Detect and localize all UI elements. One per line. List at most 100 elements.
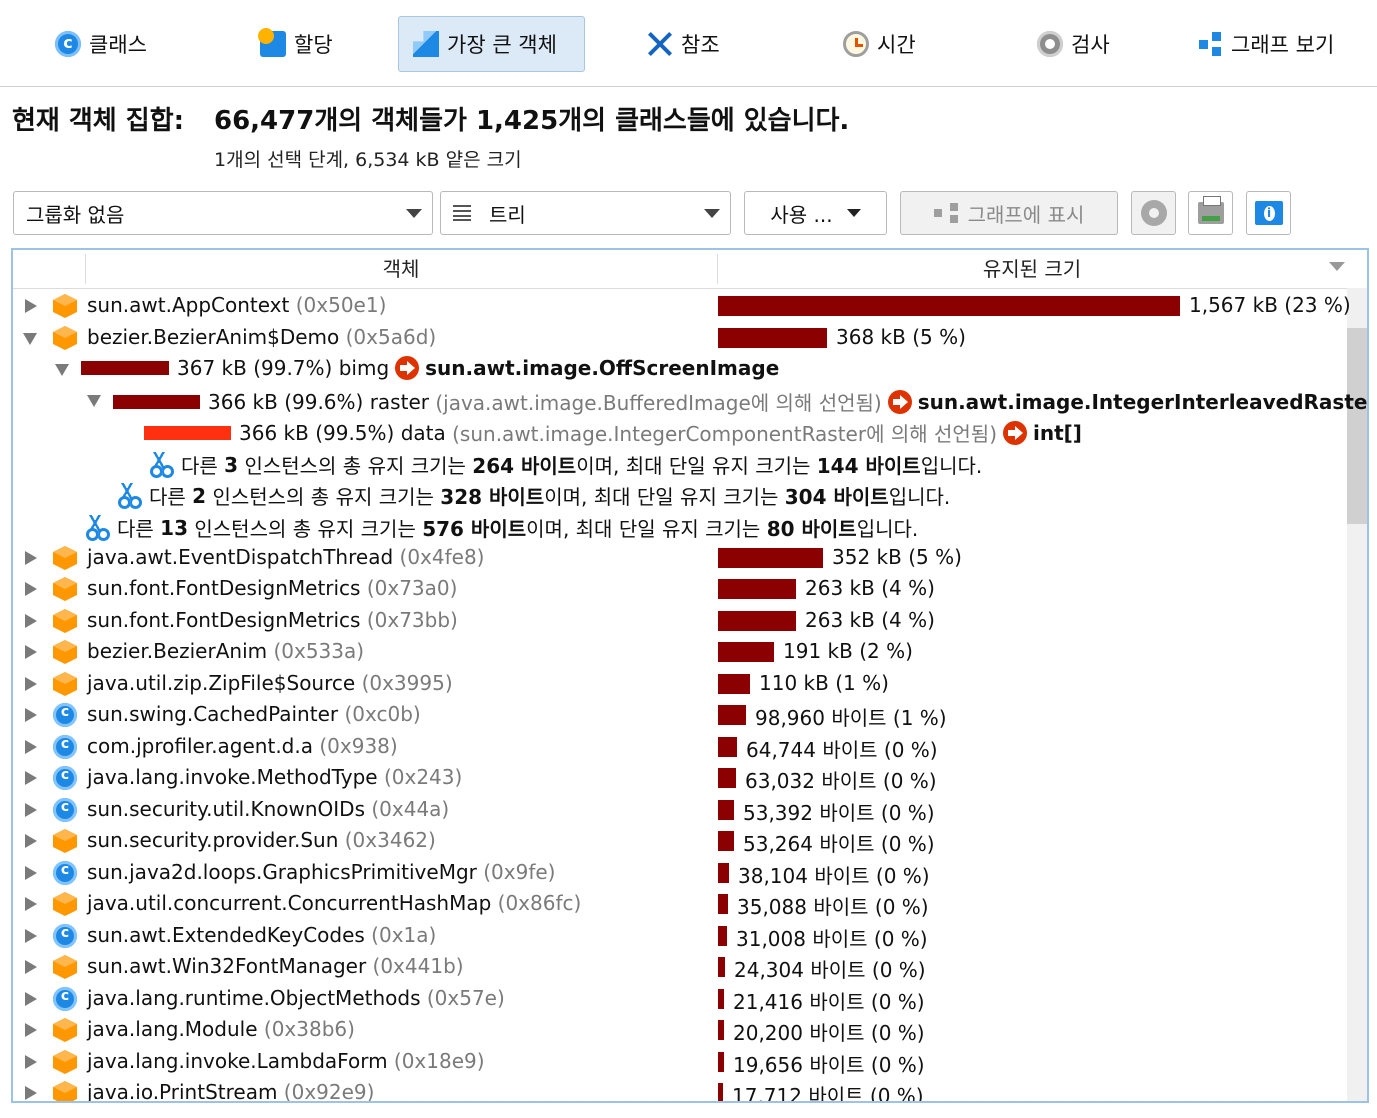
- tab-allocations[interactable]: 할당: [245, 16, 348, 72]
- table-row[interactable]: sun.awt.ExtendedKeyCodes (0x1a) 31,008 바…: [13, 920, 1347, 951]
- table-row[interactable]: sun.awt.Win32FontManager (0x441b) 24,304…: [13, 951, 1347, 982]
- tab-label: 그래프 보기: [1231, 33, 1335, 57]
- tab-inspections[interactable]: 검사: [1022, 16, 1125, 72]
- expand-arrow-icon[interactable]: [25, 866, 37, 880]
- path-row-raster[interactable]: 366 kB (99.6%) raster (java.awt.image.Bu…: [13, 384, 1367, 415]
- biggest-objects-tree-table[interactable]: 객체 유지된 크기 sun.awt.AppContext (0x50e1) 1,…: [11, 248, 1369, 1103]
- expand-arrow-icon[interactable]: [25, 708, 37, 722]
- path-size-bar: [81, 361, 169, 375]
- table-row[interactable]: java.util.concurrent.ConcurrentHashMap (…: [13, 888, 1347, 919]
- instance-icon: [53, 326, 77, 350]
- use-menu-button[interactable]: 사용 ...: [744, 191, 887, 235]
- instance-icon: [53, 829, 77, 853]
- class-icon: [53, 861, 77, 885]
- sort-descending-icon[interactable]: [1329, 262, 1345, 271]
- tab-graph[interactable]: 그래프 보기: [1182, 16, 1349, 72]
- path-row-bimg[interactable]: 367 kB (99.7%) bimg sun.awt.image.OffScr…: [13, 353, 1347, 384]
- collapse-arrow-icon[interactable]: [87, 395, 101, 407]
- grouping-select[interactable]: 그룹화 없음: [13, 191, 433, 235]
- tab-label: 참조: [681, 33, 720, 57]
- retained-size-bar: [718, 768, 736, 788]
- expand-arrow-icon[interactable]: [25, 992, 37, 1006]
- path-row-data[interactable]: 366 kB (99.5%) data (sun.awt.image.Integ…: [13, 415, 1347, 446]
- object-name: sun.awt.Win32FontManager (0x441b): [87, 954, 464, 978]
- column-header-retained-size[interactable]: 유지된 크기: [717, 250, 1347, 288]
- retained-size-bar: [718, 863, 729, 883]
- table-row[interactable]: sun.security.provider.Sun (0x3462) 53,26…: [13, 825, 1347, 856]
- expand-arrow-icon[interactable]: [25, 771, 37, 785]
- expand-arrow-icon[interactable]: [25, 551, 37, 565]
- expand-arrow-icon[interactable]: [25, 1086, 37, 1100]
- info-button[interactable]: [1246, 191, 1291, 235]
- expand-arrow-icon[interactable]: [25, 677, 37, 691]
- table-row[interactable]: sun.awt.AppContext (0x50e1) 1,567 kB (23…: [13, 290, 1351, 321]
- tab-biggest-objects[interactable]: 가장 큰 객체: [398, 16, 585, 72]
- export-button[interactable]: [1188, 191, 1233, 235]
- expand-arrow-icon[interactable]: [25, 614, 37, 628]
- retained-size-label: 368 kB (5 %): [836, 325, 966, 349]
- table-row[interactable]: java.awt.EventDispatchThread (0x4fe8) 35…: [13, 542, 1347, 573]
- expand-arrow-icon[interactable]: [25, 929, 37, 943]
- scissors-icon: [147, 451, 171, 478]
- instance-icon: [53, 672, 77, 696]
- instance-icon: [53, 577, 77, 601]
- collapse-arrow-icon[interactable]: [55, 364, 69, 376]
- expand-arrow-icon[interactable]: [25, 960, 37, 974]
- table-row[interactable]: bezier.BezierAnim (0x533a) 191 kB (2 %): [13, 636, 1347, 667]
- table-row[interactable]: sun.swing.CachedPainter (0xc0b) 98,960 바…: [13, 699, 1347, 730]
- summary-sub: 1개의 선택 단계, 6,534 kB 얕은 크기: [214, 149, 522, 171]
- retained-size-bar: [718, 328, 827, 348]
- reference-arrow-icon: [1003, 420, 1027, 445]
- show-in-graph-button[interactable]: 그래프에 표시: [900, 191, 1118, 235]
- time-icon: [843, 31, 869, 57]
- cutoff-row: 다른 2 인스턴스의 총 유지 크기는 328 바이트 이며, 최대 단일 유지 …: [13, 478, 1347, 509]
- expand-arrow-icon[interactable]: [25, 645, 37, 659]
- view-mode-select[interactable]: 트리: [440, 191, 731, 235]
- retained-size-label: 110 kB (1 %): [759, 671, 889, 695]
- reference-arrow-icon: [395, 356, 420, 380]
- expand-arrow-icon[interactable]: [25, 740, 37, 754]
- object-name: java.lang.Module (0x38b6): [87, 1017, 355, 1041]
- table-row[interactable]: java.lang.runtime.ObjectMethods (0x57e) …: [13, 983, 1347, 1014]
- table-row[interactable]: java.io.PrintStream (0x92e9) 17,712 바이트 …: [13, 1077, 1347, 1101]
- tab-references[interactable]: 참조: [632, 16, 735, 72]
- tab-time[interactable]: 시간: [828, 16, 931, 72]
- expand-arrow-icon[interactable]: [25, 1055, 37, 1069]
- table-row[interactable]: sun.java2d.loops.GraphicsPrimitiveMgr (0…: [13, 857, 1347, 888]
- summary-title: 현재 객체 집합:: [12, 106, 185, 136]
- view-mode-value: 트리: [489, 202, 526, 227]
- expand-arrow-icon[interactable]: [25, 1023, 37, 1037]
- retained-size-label: 263 kB (4 %): [805, 576, 935, 600]
- table-row[interactable]: bezier.BezierAnim$Demo (0x5a6d) 368 kB (…: [13, 322, 1347, 353]
- tab-classes[interactable]: 클래스: [40, 16, 162, 72]
- column-header-object[interactable]: 객체: [85, 250, 717, 288]
- info-icon: [1254, 201, 1283, 225]
- instance-icon: [53, 294, 77, 318]
- expand-arrow-icon[interactable]: [25, 803, 37, 817]
- expand-arrow-icon[interactable]: [25, 299, 37, 313]
- cutoff-text: 다른 2 인스턴스의 총 유지 크기는 328 바이트 이며, 최대 단일 유지 …: [115, 481, 950, 510]
- table-row[interactable]: java.util.zip.ZipFile$Source (0x3995) 11…: [13, 668, 1347, 699]
- object-name: java.lang.invoke.LambdaForm (0x18e9): [87, 1049, 485, 1073]
- instance-icon: [53, 640, 77, 664]
- path-size: 366 kB (99.6%): [208, 389, 364, 414]
- expand-arrow-icon[interactable]: [25, 897, 37, 911]
- settings-button[interactable]: [1131, 191, 1176, 235]
- retained-size-label: 53,264 바이트 (0 %): [743, 832, 935, 856]
- retained-size-label: 35,088 바이트 (0 %): [737, 895, 929, 919]
- table-row[interactable]: java.lang.invoke.MethodType (0x243) 63,0…: [13, 762, 1347, 793]
- scissors-icon: [115, 482, 139, 509]
- expand-arrow-icon[interactable]: [25, 582, 37, 596]
- table-row[interactable]: sun.font.FontDesignMetrics (0x73bb) 263 …: [13, 605, 1347, 636]
- scrollbar-thumb[interactable]: [1347, 328, 1367, 524]
- table-row[interactable]: sun.security.util.KnownOIDs (0x44a) 53,3…: [13, 794, 1347, 825]
- table-row[interactable]: java.lang.Module (0x38b6) 20,200 바이트 (0 …: [13, 1014, 1347, 1045]
- expand-arrow-icon[interactable]: [25, 834, 37, 848]
- table-row[interactable]: java.lang.invoke.LambdaForm (0x18e9) 19,…: [13, 1046, 1347, 1077]
- gear-icon: [1140, 200, 1167, 226]
- table-row[interactable]: com.jprofiler.agent.d.a (0x938) 64,744 바…: [13, 731, 1347, 762]
- path-declared-by: (sun.awt.image.IntegerComponentRaster에 의…: [452, 422, 997, 446]
- collapse-arrow-icon[interactable]: [23, 333, 37, 345]
- path-class: int[]: [1033, 420, 1082, 445]
- table-row[interactable]: sun.font.FontDesignMetrics (0x73a0) 263 …: [13, 573, 1347, 604]
